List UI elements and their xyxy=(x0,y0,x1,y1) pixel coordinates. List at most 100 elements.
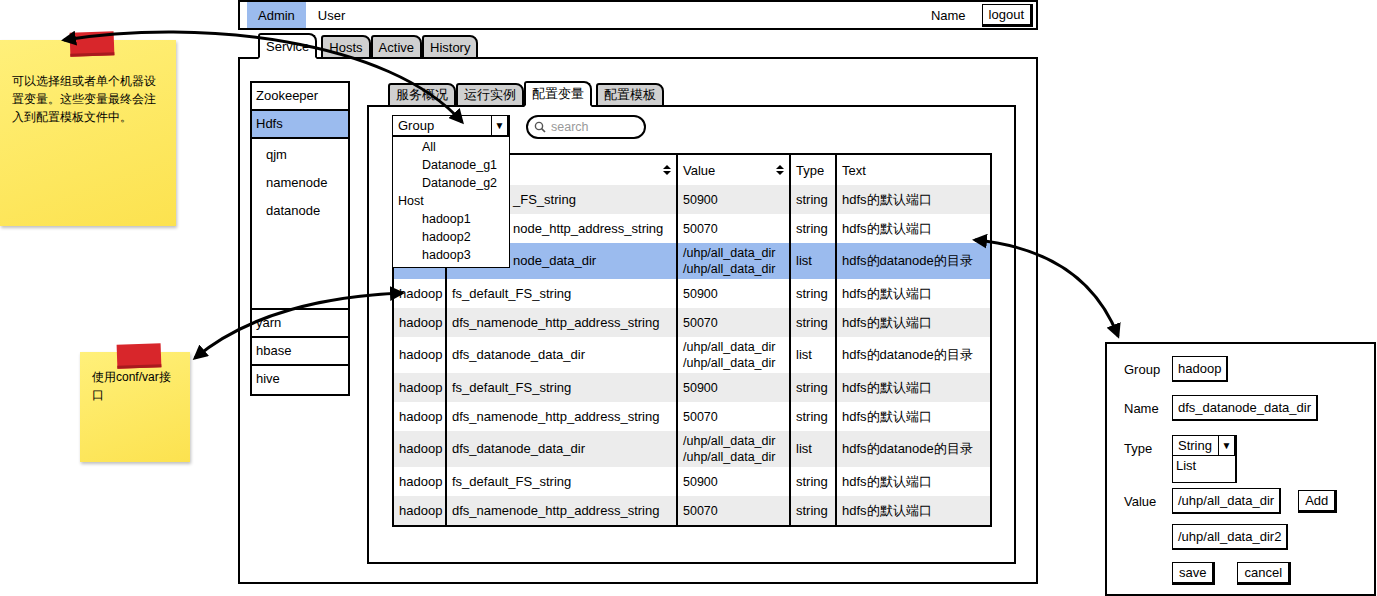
main-tab[interactable]: Hosts xyxy=(321,35,370,59)
group-cell: hadoop xyxy=(394,308,447,337)
value-input[interactable]: /uhp/all_data_dir2 xyxy=(1172,524,1288,550)
edit-variable-panel: GrouphadoopNamedfs_datanode_data_dirType… xyxy=(1105,342,1376,596)
group-cell: hadoop xyxy=(394,279,447,308)
value-cell: /uhp/all_data_dir/uhp/all_data_dir xyxy=(678,337,791,373)
menu-item[interactable]: Datanode_g2 xyxy=(393,174,509,192)
menu-item[interactable]: hadoop2 xyxy=(393,228,509,246)
value-input[interactable]: /uhp/all_data_dir xyxy=(1172,488,1281,514)
sidebar-item[interactable]: Hdfs xyxy=(252,111,348,139)
group-menu: AllDatanode_g1Datanode_g2Hosthadoop1hado… xyxy=(392,136,510,268)
value-cell: 50070 xyxy=(678,496,791,525)
sidebar-item[interactable]: hive xyxy=(252,366,348,394)
dropdown-arrow-icon[interactable]: ▼ xyxy=(491,116,509,135)
menu-header: Host xyxy=(393,192,509,210)
group-cell: hadoop xyxy=(394,431,447,467)
value-cell: 50070 xyxy=(678,308,791,337)
detail-tab[interactable]: 配置变量 xyxy=(524,81,592,107)
table-row[interactable]: hadoopdfs_namenode_http_address_string50… xyxy=(394,496,990,525)
nav-item[interactable]: Admin xyxy=(247,2,306,28)
table-row[interactable]: hadoopdfs_datanode_data_dir/uhp/all_data… xyxy=(394,431,990,467)
column-header[interactable]: Value xyxy=(678,155,791,185)
type-option[interactable]: List xyxy=(1176,458,1232,473)
value-cell: 50070 xyxy=(678,214,791,243)
menu-item[interactable]: hadoop1 xyxy=(393,210,509,228)
name-row: Namedfs_datanode_data_dir xyxy=(1124,395,1374,421)
form-buttons: save cancel xyxy=(1172,562,1374,585)
value-cell: 50070 xyxy=(678,402,791,431)
save-button[interactable]: save xyxy=(1172,562,1215,585)
sort-icon[interactable] xyxy=(776,165,784,175)
text-cell: hdfs的datanode的目录 xyxy=(837,431,990,467)
group-select[interactable]: Group▼ xyxy=(392,115,510,136)
name-cell: dfs_namenode_http_address_string xyxy=(447,496,678,525)
type-cell: string xyxy=(791,467,837,496)
table-row[interactable]: hadoopdfs_namenode_http_address_string50… xyxy=(394,308,990,337)
text-cell: hdfs的默认端口 xyxy=(837,496,990,525)
name-cell: dfs_datanode_data_dir xyxy=(447,431,678,467)
value-cell: 50900 xyxy=(678,373,791,402)
menu-item[interactable]: Datanode_g1 xyxy=(393,156,509,174)
group-cell: hadoop xyxy=(394,337,447,373)
name-cell: fs_default_FS_string xyxy=(447,373,678,402)
table-row[interactable]: hadoopfs_default_FS_string50900stringhdf… xyxy=(394,373,990,402)
column-header: Text xyxy=(837,155,990,185)
type-select[interactable]: String▼ xyxy=(1172,435,1237,456)
name-cell: dfs_datanode_data_dir xyxy=(447,337,678,373)
main-tab[interactable]: Service xyxy=(258,33,317,59)
content-panel: ZookeeperHdfs qjmnamenodedatanode yarnhbas… xyxy=(238,57,1038,584)
sidebar-item[interactable]: Zookeeper xyxy=(252,83,348,111)
main-tab[interactable]: History xyxy=(422,35,478,59)
role-item[interactable]: datanode xyxy=(252,198,348,226)
top-bar: AdminUser Name logout xyxy=(238,0,1038,30)
arrow-icon xyxy=(64,32,462,122)
group-cell: hadoop xyxy=(394,373,447,402)
group-cell: hadoop xyxy=(394,402,447,431)
value-cell: /uhp/all_data_dir/uhp/all_data_dir xyxy=(678,243,791,279)
text-cell: hdfs的默认端口 xyxy=(837,279,990,308)
menu-item[interactable]: All xyxy=(393,138,509,156)
main-tab[interactable]: Active xyxy=(371,35,422,59)
type-cell: string xyxy=(791,308,837,337)
group-row: Grouphadoop xyxy=(1124,356,1374,382)
arrow-icon xyxy=(195,293,402,358)
detail-tab[interactable]: 服务概况 xyxy=(388,83,456,107)
user-name: Name xyxy=(931,2,966,28)
annotation-arrows xyxy=(0,0,1377,596)
name-input[interactable]: dfs_datanode_data_dir xyxy=(1172,395,1318,421)
group-input[interactable]: hadoop xyxy=(1172,356,1228,382)
dropdown-arrow-icon[interactable]: ▼ xyxy=(1218,436,1236,455)
table-row[interactable]: hadoopfs_default_FS_string50900stringhdf… xyxy=(394,279,990,308)
value-cell: 50900 xyxy=(678,467,791,496)
detail-tab[interactable]: 运行实例 xyxy=(456,83,524,107)
sidebar-item[interactable]: yarn xyxy=(252,310,348,338)
sidebar-item[interactable]: hbase xyxy=(252,338,348,366)
text-cell: hdfs的默认端口 xyxy=(837,308,990,337)
type-cell: list xyxy=(791,243,837,279)
add-button[interactable]: Add xyxy=(1298,490,1337,513)
text-cell: hdfs的datanode的目录 xyxy=(837,243,990,279)
table-row[interactable]: hadoopfs_default_FS_string50900stringhdf… xyxy=(394,467,990,496)
sidebar: ZookeeperHdfs qjmnamenodedatanode yarnhbas… xyxy=(250,81,350,396)
type-cell: list xyxy=(791,431,837,467)
sticky-note: 使用conf/var接口 xyxy=(80,352,190,462)
service-detail: 服务概况运行实例配置变量配置模板Group▼AllDatanode_g1Data… xyxy=(367,81,1016,582)
logout-button[interactable]: logout xyxy=(982,4,1033,27)
name-cell: fs_default_FS_string xyxy=(447,279,678,308)
type-cell: string xyxy=(791,402,837,431)
arrow-icon xyxy=(975,240,1118,336)
value-cell: 50900 xyxy=(678,279,791,308)
detail-tabs: 服务概况运行实例配置变量配置模板 xyxy=(388,81,1016,107)
menu-item[interactable]: hadoop3 xyxy=(393,246,509,264)
sort-icon[interactable] xyxy=(663,165,671,175)
detail-tab[interactable]: 配置模板 xyxy=(596,83,664,107)
nav-item[interactable]: User xyxy=(307,2,356,28)
table-row[interactable]: hadoopdfs_namenode_http_address_string50… xyxy=(394,402,990,431)
type-cell: string xyxy=(791,373,837,402)
role-item[interactable]: namenode xyxy=(252,170,348,198)
main-tabs: ServiceHostsActiveHistory xyxy=(258,33,1038,59)
role-item[interactable]: qjm xyxy=(252,142,348,170)
cancel-button[interactable]: cancel xyxy=(1237,562,1291,585)
table-row[interactable]: hadoopdfs_datanode_data_dir/uhp/all_data… xyxy=(394,337,990,373)
value-cell: 50900 xyxy=(678,185,791,214)
search-input[interactable] xyxy=(549,119,638,135)
